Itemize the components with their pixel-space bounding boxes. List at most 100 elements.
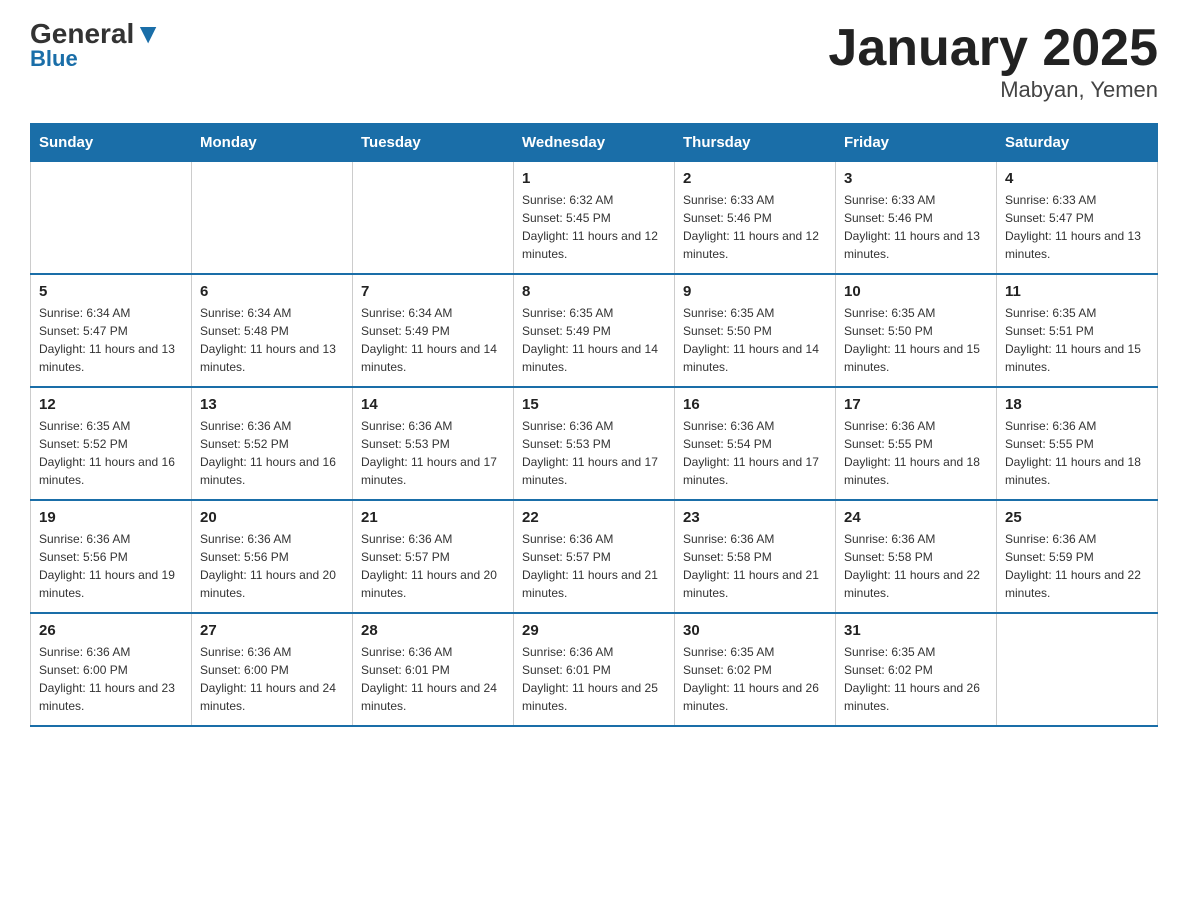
page-subtitle: Mabyan, Yemen bbox=[828, 77, 1158, 103]
calendar-day-header: Friday bbox=[836, 124, 997, 162]
day-number: 21 bbox=[361, 509, 505, 526]
day-number: 15 bbox=[522, 396, 666, 413]
day-info: Sunrise: 6:36 AMSunset: 5:59 PMDaylight:… bbox=[1005, 530, 1149, 602]
calendar-cell: 9 Sunrise: 6:35 AMSunset: 5:50 PMDaylight… bbox=[675, 274, 836, 387]
calendar-cell bbox=[31, 162, 192, 275]
calendar-cell: 28Sunrise: 6:36 AMSunset: 6:01 PMDayligh… bbox=[353, 613, 514, 726]
day-info: Sunrise: 6:36 AMSunset: 5:56 PMDaylight:… bbox=[200, 530, 344, 602]
calendar-cell bbox=[997, 613, 1158, 726]
day-number: 12 bbox=[39, 396, 183, 413]
day-info: Sunrise: 6:36 AMSunset: 6:01 PMDaylight:… bbox=[522, 643, 666, 715]
day-number: 23 bbox=[683, 509, 827, 526]
calendar-day-header: Monday bbox=[192, 124, 353, 162]
calendar-week-row: 26 Sunrise: 6:36 AMSunset: 6:00 PMDayligh… bbox=[31, 613, 1158, 726]
day-number: 27 bbox=[200, 622, 344, 639]
day-number: 5 bbox=[39, 283, 183, 300]
day-number: 19 bbox=[39, 509, 183, 526]
day-number: 17 bbox=[844, 396, 988, 413]
calendar-week-row: 5 Sunrise: 6:34 AMSunset: 5:47 PMDaylight… bbox=[31, 274, 1158, 387]
day-number: 29 bbox=[522, 622, 666, 639]
day-info: Sunrise: 6:36 AMSunset: 5:53 PMDaylight:… bbox=[361, 417, 505, 489]
day-number: 3 bbox=[844, 170, 988, 187]
day-info: Sunrise: 6:36 AMSunset: 5:56 PMDaylight:… bbox=[39, 530, 183, 602]
calendar-cell: 26 Sunrise: 6:36 AMSunset: 6:00 PMDayligh… bbox=[31, 613, 192, 726]
day-info: Sunrise: 6:33 AMSunset: 5:46 PMDaylight:… bbox=[844, 191, 988, 263]
day-number: 24 bbox=[844, 509, 988, 526]
day-info: Sunrise: 6:33 AMSunset: 5:46 PMDaylight:… bbox=[683, 191, 827, 263]
day-number: 26 bbox=[39, 622, 183, 639]
day-info: Sunrise: 6:36 AMSunset: 6:00 PMDaylight:… bbox=[39, 643, 183, 715]
calendar-cell: 29 Sunrise: 6:36 AMSunset: 6:01 PMDayligh… bbox=[514, 613, 675, 726]
calendar-cell: 1 Sunrise: 6:32 AMSunset: 5:45 PMDaylight… bbox=[514, 162, 675, 275]
day-info: Sunrise: 6:33 AMSunset: 5:47 PMDaylight:… bbox=[1005, 191, 1149, 263]
calendar-day-header: Saturday bbox=[997, 124, 1158, 162]
day-number: 20 bbox=[200, 509, 344, 526]
calendar-cell: 16 Sunrise: 6:36 AMSunset: 5:54 PMDayligh… bbox=[675, 387, 836, 500]
day-number: 14 bbox=[361, 396, 505, 413]
calendar-cell: 30Sunrise: 6:35 AMSunset: 6:02 PMDayligh… bbox=[675, 613, 836, 726]
day-info: Sunrise: 6:35 AMSunset: 5:51 PMDaylight:… bbox=[1005, 304, 1149, 376]
day-info: Sunrise: 6:34 AMSunset: 5:49 PMDaylight:… bbox=[361, 304, 505, 376]
title-block: January 2025 Mabyan, Yemen bbox=[828, 20, 1158, 103]
calendar-cell: 12Sunrise: 6:35 AMSunset: 5:52 PMDayligh… bbox=[31, 387, 192, 500]
day-info: Sunrise: 6:36 AMSunset: 5:58 PMDaylight:… bbox=[683, 530, 827, 602]
calendar-cell: 14 Sunrise: 6:36 AMSunset: 5:53 PMDayligh… bbox=[353, 387, 514, 500]
page-title: January 2025 bbox=[828, 20, 1158, 77]
calendar-cell: 21 Sunrise: 6:36 AMSunset: 5:57 PMDayligh… bbox=[353, 500, 514, 613]
calendar-day-header: Thursday bbox=[675, 124, 836, 162]
day-info: Sunrise: 6:35 AMSunset: 5:50 PMDaylight:… bbox=[683, 304, 827, 376]
calendar-cell: 8 Sunrise: 6:35 AMSunset: 5:49 PMDaylight… bbox=[514, 274, 675, 387]
calendar-cell: 31Sunrise: 6:35 AMSunset: 6:02 PMDayligh… bbox=[836, 613, 997, 726]
calendar-cell: 17 Sunrise: 6:36 AMSunset: 5:55 PMDayligh… bbox=[836, 387, 997, 500]
calendar-cell: 5 Sunrise: 6:34 AMSunset: 5:47 PMDaylight… bbox=[31, 274, 192, 387]
calendar-cell: 2 Sunrise: 6:33 AMSunset: 5:46 PMDaylight… bbox=[675, 162, 836, 275]
day-number: 18 bbox=[1005, 396, 1149, 413]
logo: General▼ Blue bbox=[30, 20, 162, 72]
day-info: Sunrise: 6:36 AMSunset: 5:57 PMDaylight:… bbox=[522, 530, 666, 602]
day-number: 30 bbox=[683, 622, 827, 639]
calendar-table: SundayMondayTuesdayWednesdayThursdayFrid… bbox=[30, 123, 1158, 727]
day-info: Sunrise: 6:36 AMSunset: 5:57 PMDaylight:… bbox=[361, 530, 505, 602]
calendar-cell: 11 Sunrise: 6:35 AMSunset: 5:51 PMDayligh… bbox=[997, 274, 1158, 387]
calendar-cell: 22 Sunrise: 6:36 AMSunset: 5:57 PMDayligh… bbox=[514, 500, 675, 613]
day-number: 11 bbox=[1005, 283, 1149, 300]
day-info: Sunrise: 6:36 AMSunset: 5:54 PMDaylight:… bbox=[683, 417, 827, 489]
day-info: Sunrise: 6:34 AMSunset: 5:47 PMDaylight:… bbox=[39, 304, 183, 376]
day-number: 10 bbox=[844, 283, 988, 300]
day-number: 7 bbox=[361, 283, 505, 300]
day-number: 31 bbox=[844, 622, 988, 639]
calendar-cell: 4 Sunrise: 6:33 AMSunset: 5:47 PMDaylight… bbox=[997, 162, 1158, 275]
day-number: 9 bbox=[683, 283, 827, 300]
calendar-day-header: Wednesday bbox=[514, 124, 675, 162]
logo-general: General▼ bbox=[30, 20, 162, 48]
logo-arrow-icon: ▼ bbox=[134, 18, 162, 49]
day-info: Sunrise: 6:36 AMSunset: 5:55 PMDaylight:… bbox=[844, 417, 988, 489]
day-number: 2 bbox=[683, 170, 827, 187]
day-number: 16 bbox=[683, 396, 827, 413]
calendar-cell: 18 Sunrise: 6:36 AMSunset: 5:55 PMDayligh… bbox=[997, 387, 1158, 500]
day-info: Sunrise: 6:36 AMSunset: 6:01 PMDaylight:… bbox=[361, 643, 505, 715]
day-info: Sunrise: 6:36 AMSunset: 5:52 PMDaylight:… bbox=[200, 417, 344, 489]
day-info: Sunrise: 6:35 AMSunset: 5:49 PMDaylight:… bbox=[522, 304, 666, 376]
day-number: 8 bbox=[522, 283, 666, 300]
calendar-cell: 7 Sunrise: 6:34 AMSunset: 5:49 PMDaylight… bbox=[353, 274, 514, 387]
calendar-cell bbox=[192, 162, 353, 275]
day-info: Sunrise: 6:36 AMSunset: 5:55 PMDaylight:… bbox=[1005, 417, 1149, 489]
day-number: 6 bbox=[200, 283, 344, 300]
day-number: 22 bbox=[522, 509, 666, 526]
day-number: 1 bbox=[522, 170, 666, 187]
day-info: Sunrise: 6:36 AMSunset: 6:00 PMDaylight:… bbox=[200, 643, 344, 715]
calendar-cell: 20 Sunrise: 6:36 AMSunset: 5:56 PMDayligh… bbox=[192, 500, 353, 613]
calendar-cell: 6Sunrise: 6:34 AMSunset: 5:48 PMDaylight… bbox=[192, 274, 353, 387]
day-info: Sunrise: 6:32 AMSunset: 5:45 PMDaylight:… bbox=[522, 191, 666, 263]
calendar-day-header: Tuesday bbox=[353, 124, 514, 162]
logo-blue: Blue bbox=[30, 46, 78, 72]
calendar-cell: 3 Sunrise: 6:33 AMSunset: 5:46 PMDaylight… bbox=[836, 162, 997, 275]
day-number: 4 bbox=[1005, 170, 1149, 187]
day-number: 25 bbox=[1005, 509, 1149, 526]
day-number: 13 bbox=[200, 396, 344, 413]
calendar-cell: 13 Sunrise: 6:36 AMSunset: 5:52 PMDayligh… bbox=[192, 387, 353, 500]
calendar-week-row: 19 Sunrise: 6:36 AMSunset: 5:56 PMDayligh… bbox=[31, 500, 1158, 613]
calendar-cell: 15Sunrise: 6:36 AMSunset: 5:53 PMDayligh… bbox=[514, 387, 675, 500]
calendar-cell: 23 Sunrise: 6:36 AMSunset: 5:58 PMDayligh… bbox=[675, 500, 836, 613]
